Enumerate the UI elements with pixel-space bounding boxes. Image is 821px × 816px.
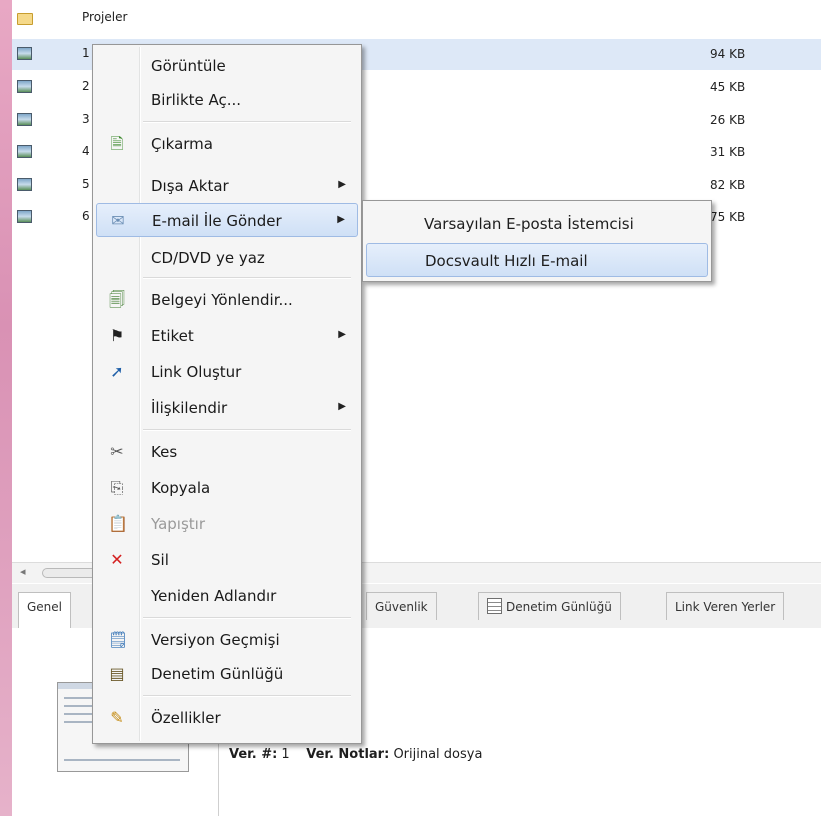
menu-item-label: Yapıştır (151, 515, 206, 533)
tab-general-label: Genel (27, 600, 63, 614)
menu-item-label: Link Oluştur (151, 363, 242, 381)
menu-item-rename[interactable]: Yeniden Adlandır (96, 579, 358, 613)
folder-row[interactable]: Projeler (12, 3, 821, 34)
properties-icon: ✎ (110, 708, 124, 727)
menu-item-label: Özellikler (151, 709, 221, 727)
menu-item-label: Dışa Aktar (151, 177, 229, 195)
menu-item-label: Kes (151, 443, 178, 461)
window-edge-strip (0, 0, 12, 816)
menu-item-label: Çıkarma (151, 135, 213, 153)
image-file-icon (17, 47, 32, 60)
menu-item-label: Sil (151, 551, 169, 569)
menu-item-open[interactable]: Görüntüle (96, 49, 358, 83)
version-notes-label: Ver. Notlar: (306, 747, 390, 762)
tag-icon: ⚑ (109, 326, 125, 345)
route-document-icon: 🗐 (109, 290, 125, 309)
folder-name: Projeler (82, 10, 128, 24)
file-name: 2 (82, 79, 90, 93)
file-size: 94 KB (710, 47, 746, 61)
menu-item-relate[interactable]: İlişkilendir ▶ (96, 391, 358, 425)
submenu-item-label: Docsvault Hızlı E-mail (425, 252, 588, 270)
menu-item-label: Yeniden Adlandır (151, 587, 277, 605)
audit-log-icon: ▤ (109, 664, 125, 683)
version-info: Ver. #: 1 Ver. Notlar: Orijinal dosya (229, 747, 482, 762)
menu-item-copy[interactable]: ⎘ Kopyala (96, 471, 358, 505)
submenu-arrow-icon: ▶ (338, 179, 346, 190)
menu-item-label: Denetim Günlüğü (151, 665, 284, 683)
file-name: 6 (82, 209, 90, 223)
file-size: 75 KB (710, 210, 746, 224)
tab-general[interactable]: Genel (18, 592, 72, 629)
menu-item-extract[interactable]: 🗎 Çıkarma (96, 127, 358, 161)
version-history-icon: 🗒 (108, 630, 129, 649)
scissors-icon: ✂ (110, 442, 124, 461)
menu-item-label: Birlikte Aç... (151, 91, 242, 109)
submenu-item-default-client[interactable]: Varsayılan E-posta İstemcisi (366, 207, 708, 241)
tab-security-label: Güvenlik (375, 600, 428, 614)
menu-item-tag[interactable]: ⚑ Etiket ▶ (96, 319, 358, 353)
submenu-arrow-icon: ▶ (338, 329, 346, 340)
menu-item-export[interactable]: Dışa Aktar ▶ (96, 169, 358, 203)
paste-icon: 📋 (108, 514, 128, 533)
delete-x-icon: ✕ (110, 550, 124, 569)
menu-item-open-with[interactable]: Birlikte Aç... (96, 83, 358, 117)
menu-item-label: İlişkilendir (151, 399, 228, 417)
file-size: 82 KB (710, 178, 746, 192)
menu-item-burn-disc[interactable]: CD/DVD ye yaz (96, 241, 358, 275)
tab-audit-log[interactable]: Denetim Günlüğü (478, 592, 621, 620)
menu-item-label: Belgeyi Yönlendir... (151, 291, 293, 309)
menu-item-send-email[interactable]: ✉ E-mail İle Gönder ▶ (96, 203, 358, 237)
file-size: 31 KB (710, 145, 746, 159)
image-file-icon (17, 210, 32, 223)
submenu-arrow-icon: ▶ (338, 401, 346, 412)
version-label: Ver. #: (229, 747, 278, 762)
link-arrow-icon: ➚ (110, 362, 124, 381)
submenu-arrow-icon: ▶ (337, 214, 345, 225)
extract-icon: 🗎 (110, 134, 124, 153)
copy-icon: ⎘ (110, 478, 124, 497)
file-name: 3 (82, 112, 90, 126)
image-file-icon (17, 178, 32, 191)
context-menu: Görüntüle Birlikte Aç... 🗎 Çıkarma Dışa … (92, 44, 362, 744)
scroll-left-icon[interactable]: ◂ (20, 565, 26, 578)
submenu-item-quick-email[interactable]: Docsvault Hızlı E-mail (366, 243, 708, 277)
menu-item-label: Etiket (151, 327, 194, 345)
folder-icon (17, 13, 33, 25)
file-name: 4 (82, 144, 90, 158)
version-value: 1 (281, 747, 290, 762)
tab-link-sources[interactable]: Link Veren Yerler (666, 592, 785, 620)
menu-item-label: CD/DVD ye yaz (151, 249, 265, 267)
image-file-icon (17, 80, 32, 93)
file-name: 1 (82, 46, 90, 60)
image-file-icon (17, 145, 32, 158)
version-notes-value: Orijinal dosya (393, 747, 483, 762)
submenu-item-label: Varsayılan E-posta İstemcisi (424, 215, 634, 233)
menu-item-properties[interactable]: ✎ Özellikler (96, 701, 358, 735)
tab-link-sources-label: Link Veren Yerler (675, 600, 776, 614)
menu-item-route-document[interactable]: 🗐 Belgeyi Yönlendir... (96, 283, 358, 317)
menu-item-delete[interactable]: ✕ Sil (96, 543, 358, 577)
menu-item-audit-log[interactable]: ▤ Denetim Günlüğü (96, 657, 358, 691)
menu-item-label: Kopyala (151, 479, 211, 497)
menu-item-paste[interactable]: 📋 Yapıştır (96, 507, 358, 541)
menu-item-label: Görüntüle (151, 57, 226, 75)
file-size: 26 KB (710, 113, 746, 127)
email-submenu: Varsayılan E-posta İstemcisi Docsvault H… (362, 200, 712, 282)
tab-audit-log-label: Denetim Günlüğü (506, 600, 612, 614)
image-file-icon (17, 113, 32, 126)
menu-item-label: E-mail İle Gönder (152, 212, 282, 230)
menu-item-version-history[interactable]: 🗒 Versiyon Geçmişi (96, 623, 358, 657)
file-name: 5 (82, 177, 90, 191)
menu-item-create-link[interactable]: ➚ Link Oluştur (96, 355, 358, 389)
menu-item-cut[interactable]: ✂ Kes (96, 435, 358, 469)
file-size: 45 KB (710, 80, 746, 94)
menu-item-label: Versiyon Geçmişi (151, 631, 280, 649)
tab-security[interactable]: Güvenlik (366, 592, 437, 620)
email-icon: ✉ (111, 211, 125, 230)
audit-log-icon (487, 598, 502, 614)
